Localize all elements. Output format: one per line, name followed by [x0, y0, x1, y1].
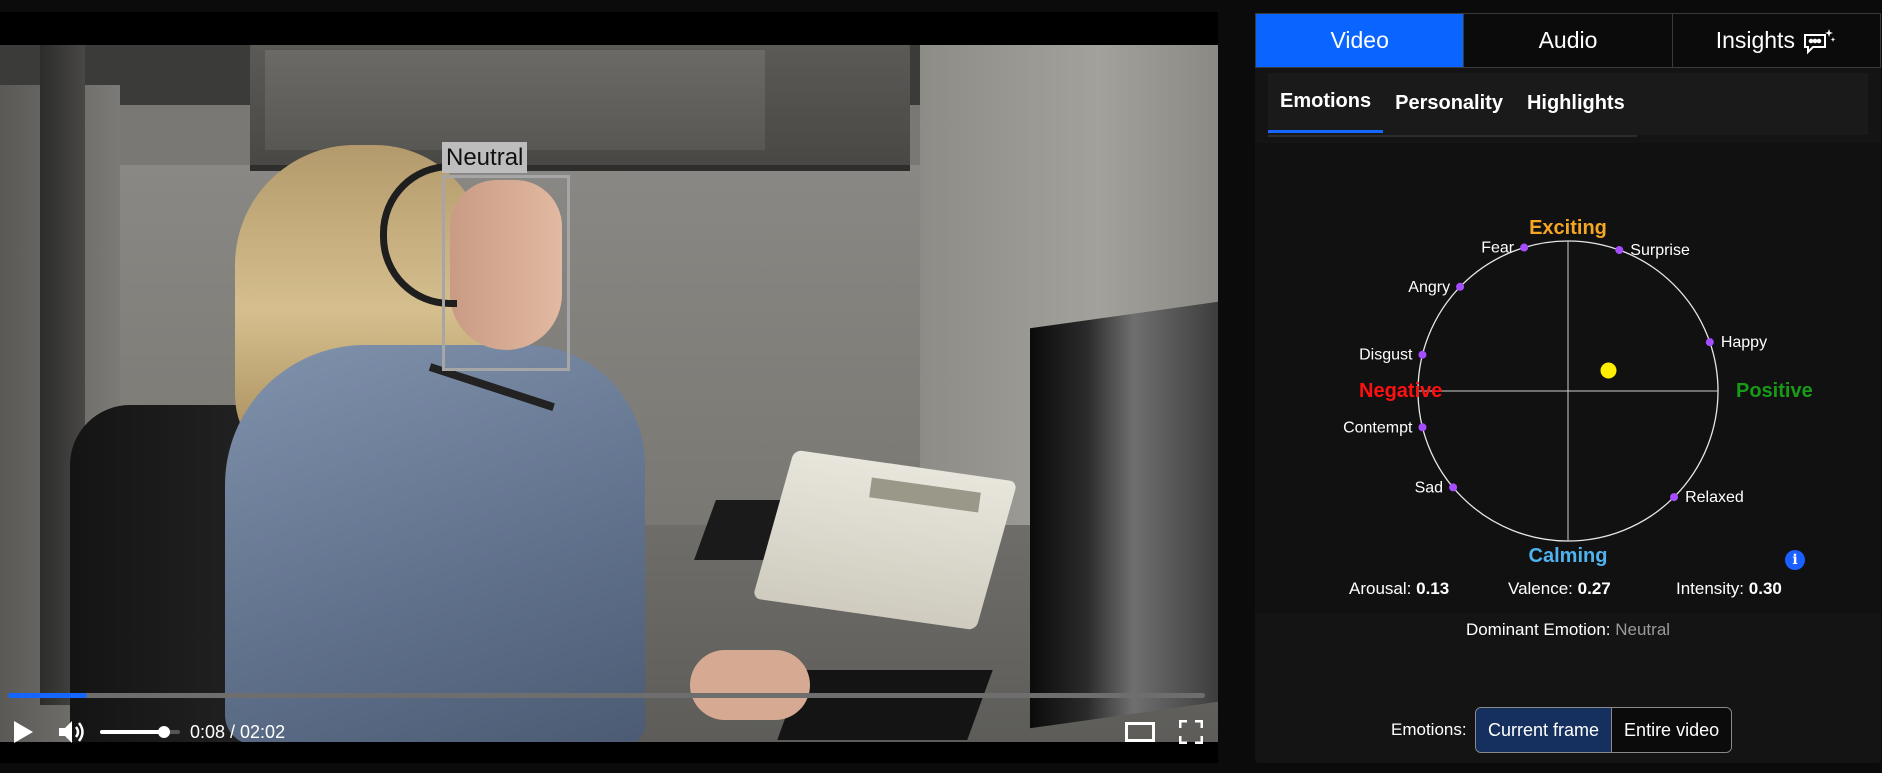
tab-insights[interactable]: Insights: [1672, 14, 1880, 67]
progress-fill: [8, 693, 87, 698]
emotion-metrics: Arousal: 0.13 Valence: 0.27 Intensity: 0…: [1255, 579, 1881, 609]
progress-bar[interactable]: [8, 693, 1205, 698]
volume-knob[interactable]: [158, 726, 170, 738]
emotion-label-relaxed: Relaxed: [1685, 489, 1744, 506]
axis-label-exciting: Exciting: [1529, 217, 1607, 239]
current-frame-button[interactable]: Current frame: [1476, 708, 1612, 752]
tab-audio[interactable]: Audio: [1464, 14, 1673, 67]
tab-insights-label: Insights: [1715, 27, 1795, 53]
subtab-emotions[interactable]: Emotions: [1268, 73, 1384, 133]
sub-tabs-bar: Emotions Personality Highlights: [1268, 73, 1868, 137]
emotion-markers: Fear Surprise Angry Happy Disgust Contempt Sad…: [1343, 240, 1767, 507]
tab-audio-label: Audio: [1538, 27, 1598, 53]
emotion-label-fear: Fear: [1481, 240, 1515, 257]
dominant-emotion-label: Dominant Emotion:: [1465, 620, 1611, 639]
emotion-label-contempt: Contempt: [1343, 419, 1413, 436]
scope-toggle: Current frame Entire video: [1475, 707, 1733, 753]
main-tabs: Video Audio Insights: [1255, 13, 1881, 68]
emotion-label-happy: Happy: [1721, 334, 1767, 351]
subtab-personality[interactable]: Personality: [1383, 73, 1515, 133]
emotion-marker-relaxed: [1670, 493, 1679, 502]
sparkle-chat-icon: [1803, 28, 1836, 54]
emotion-marker-fear: [1520, 243, 1529, 252]
subtab-highlights[interactable]: Highlights: [1515, 73, 1637, 133]
scene-desk-phone: [752, 449, 1018, 631]
emotion-marker-happy: [1705, 338, 1714, 347]
emotion-marker-contempt: [1418, 423, 1427, 432]
analysis-panel: Video Audio Insights Emotions Personalit…: [1255, 13, 1881, 763]
video-frame[interactable]: Neutral: [0, 45, 1218, 742]
metric-arousal: Arousal: 0.13: [1349, 579, 1449, 599]
scene-monitor: [1030, 301, 1218, 729]
entire-video-button[interactable]: Entire video: [1611, 708, 1732, 752]
play-button[interactable]: [8, 712, 38, 752]
volume-icon: [59, 721, 84, 743]
info-icon[interactable]: i: [1785, 550, 1805, 570]
emotion-marker-surprise: [1615, 246, 1624, 255]
tab-video-label: Video: [1330, 27, 1389, 53]
metric-valence-value: 0.27: [1577, 579, 1611, 598]
axis-label-calming: Calming: [1529, 545, 1608, 567]
volume-fill: [100, 730, 164, 734]
emotion-label-surprise: Surprise: [1630, 242, 1690, 259]
emotion-marker-disgust: [1418, 350, 1427, 359]
dominant-emotion-value: Neutral: [1615, 620, 1671, 639]
face-detection-box: [442, 175, 570, 371]
face-emotion-label: Neutral: [442, 142, 528, 173]
volume-track: [100, 726, 180, 738]
emotion-label-angry: Angry: [1408, 279, 1450, 296]
current-emotion-point: [1600, 362, 1617, 379]
metric-arousal-value: 0.13: [1416, 579, 1450, 598]
fullscreen-icon: [1179, 720, 1203, 744]
emotion-label-disgust: Disgust: [1359, 347, 1413, 364]
video-player: Neutral 0:08 / 02:02: [0, 12, 1218, 763]
dominant-emotion: Dominant Emotion: Neutral: [1255, 620, 1881, 640]
emotion-scope-row: Emotions: Current frame Entire video: [1255, 707, 1881, 753]
scene-person-body: [225, 345, 645, 742]
sub-tabs: Emotions Personality Highlights: [1268, 73, 1637, 137]
metric-intensity-label: Intensity:: [1676, 579, 1745, 598]
axis-label-positive: Positive: [1736, 380, 1813, 402]
metric-intensity: Intensity: 0.30: [1676, 579, 1782, 599]
scene-cabinet-door: [265, 50, 765, 150]
time-display: 0:08 / 02:02: [190, 721, 286, 742]
tab-video[interactable]: Video: [1256, 14, 1465, 67]
fullscreen-button[interactable]: [1176, 712, 1206, 752]
emotion-label-sad: Sad: [1415, 479, 1443, 496]
play-icon: [14, 721, 33, 743]
scope-label: Emotions:: [1391, 720, 1467, 739]
metric-arousal-label: Arousal:: [1349, 579, 1412, 598]
metric-intensity-value: 0.30: [1748, 579, 1782, 598]
scene-hand: [690, 650, 810, 720]
metric-valence-label: Valence:: [1508, 579, 1573, 598]
emotion-wheel: Exciting Calming Negative Positive Fear S…: [1343, 217, 1813, 567]
theater-mode-icon: [1125, 722, 1155, 742]
theater-mode-button[interactable]: [1122, 712, 1158, 752]
metric-valence: Valence: 0.27: [1508, 579, 1611, 599]
volume-button[interactable]: [55, 712, 91, 752]
emotion-wheel-area: Exciting Calming Negative Positive Fear S…: [1255, 143, 1881, 613]
axis-label-negative: Negative: [1359, 380, 1442, 402]
emotion-marker-sad: [1449, 483, 1458, 492]
volume-slider[interactable]: [100, 712, 180, 752]
video-controls: 0:08 / 02:02: [0, 712, 1218, 752]
emotion-marker-angry: [1456, 282, 1465, 291]
